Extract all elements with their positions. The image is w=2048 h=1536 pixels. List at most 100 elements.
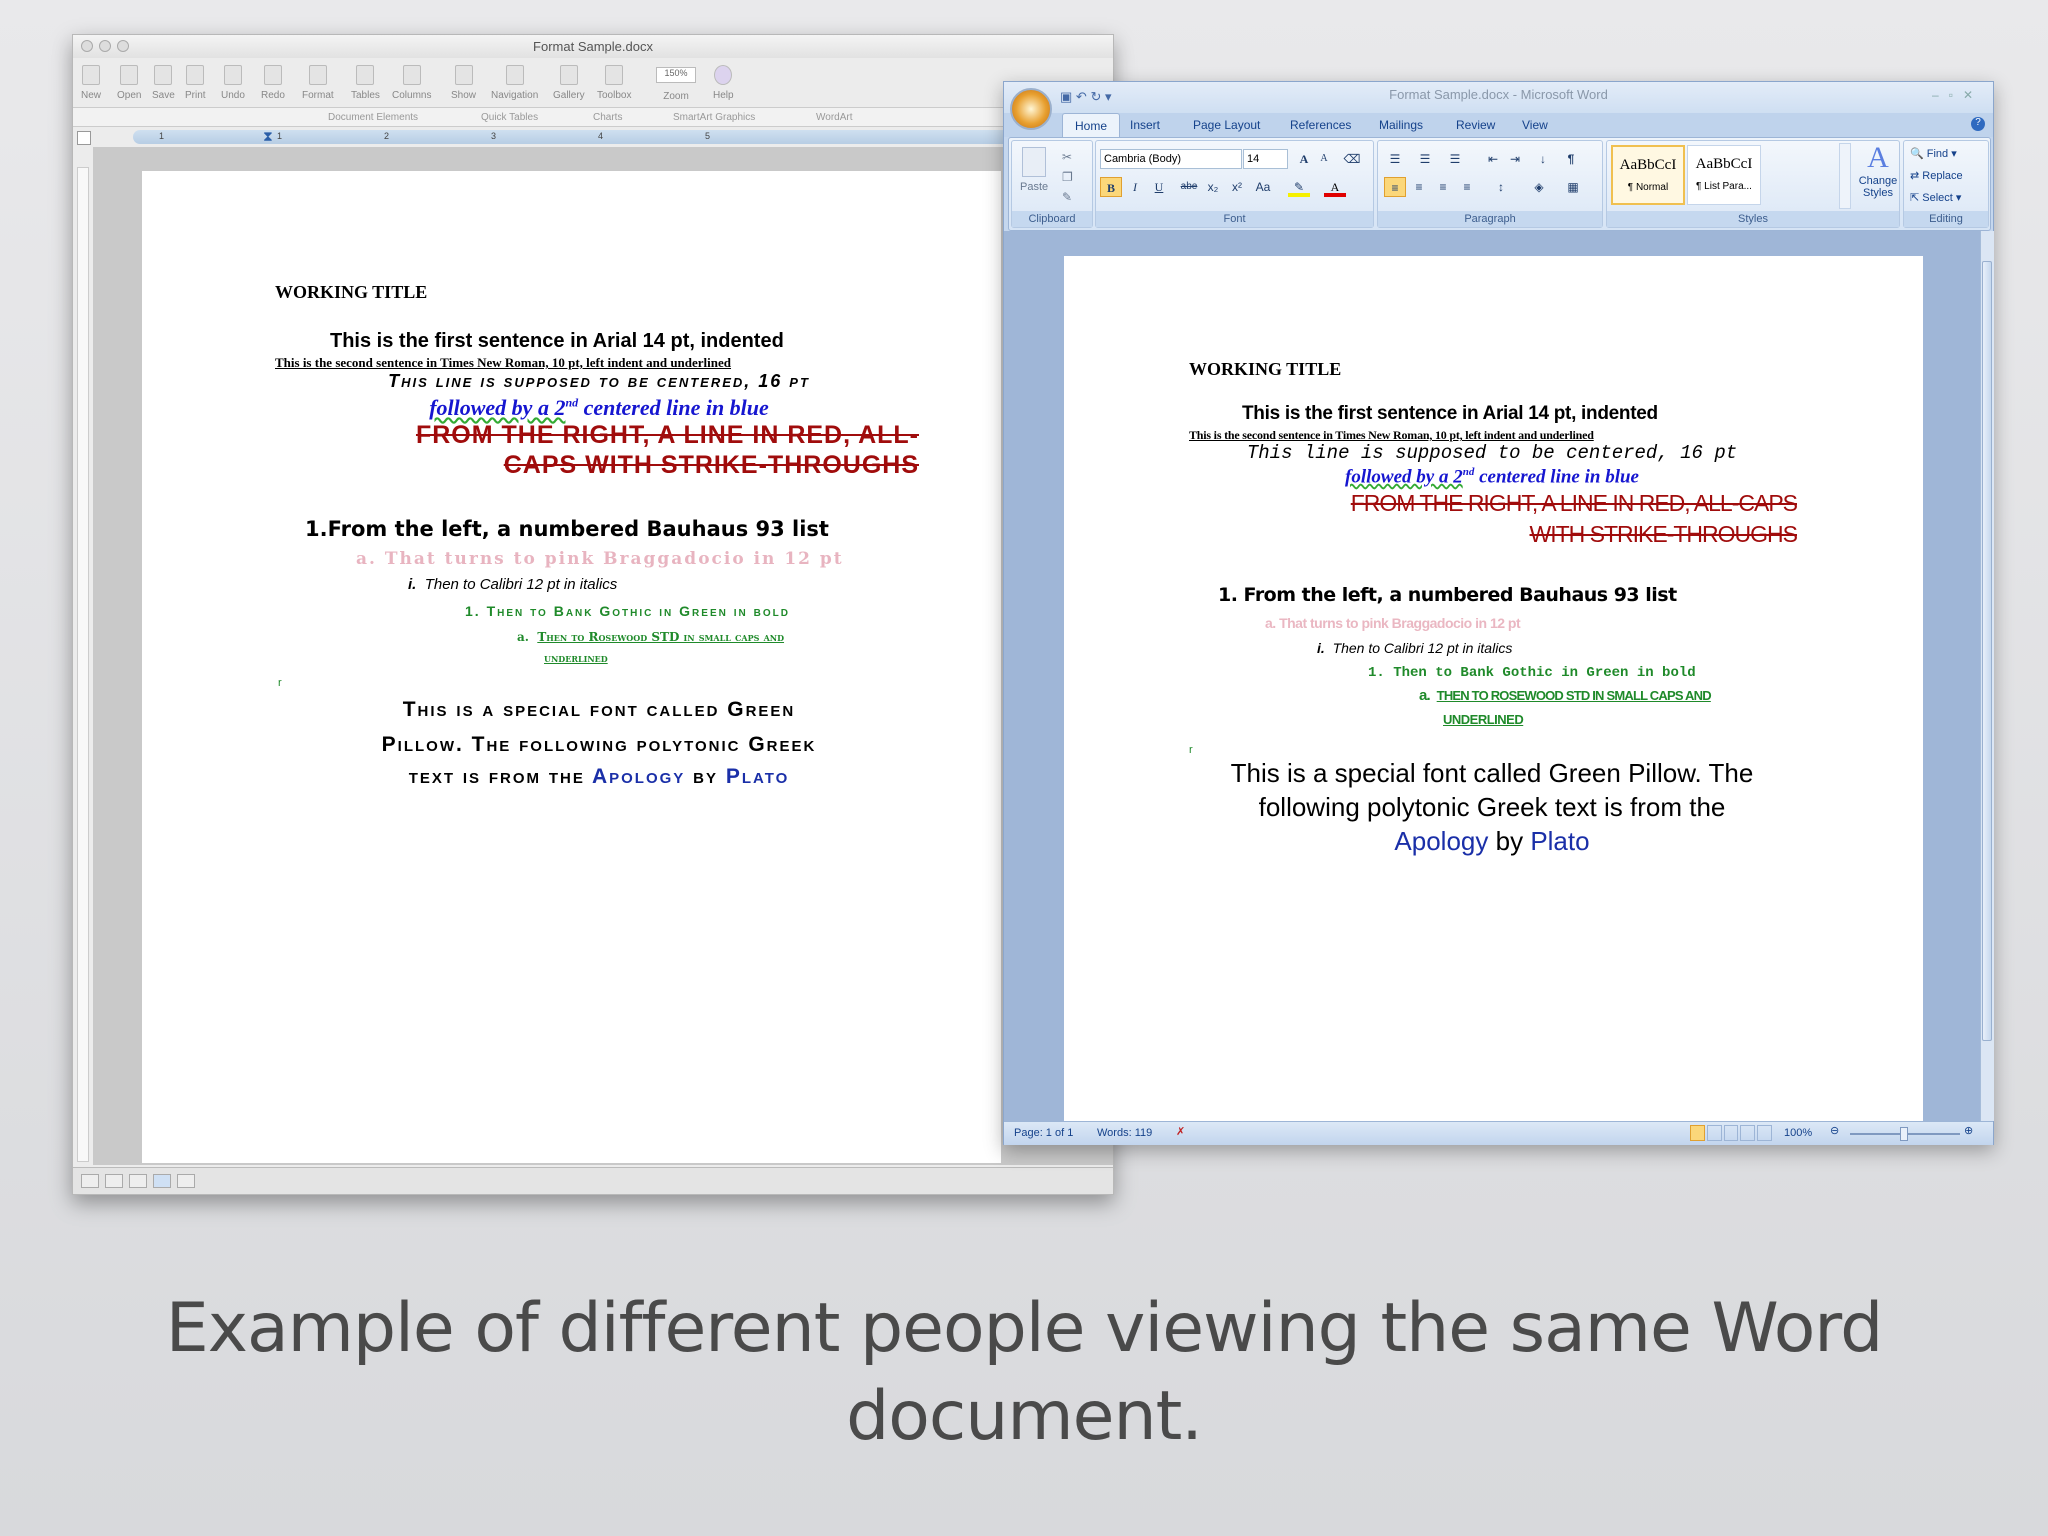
tab-document-elements[interactable]: Document Elements bbox=[328, 112, 418, 123]
help-icon[interactable]: ? bbox=[1971, 117, 1985, 131]
toolbar-save[interactable]: Save bbox=[152, 65, 175, 101]
style-list-paragraph[interactable]: AaBbCcI ¶ List Para... bbox=[1687, 145, 1761, 205]
tab-home[interactable]: Home bbox=[1062, 113, 1121, 138]
zoom-out-icon[interactable]: ⊖ bbox=[1830, 1124, 1839, 1137]
paste-button[interactable]: Paste bbox=[1020, 181, 1048, 193]
shading-icon[interactable]: ◈ bbox=[1528, 177, 1550, 197]
show-formatting-icon[interactable]: ¶ bbox=[1560, 149, 1582, 169]
toolbar-redo[interactable]: Redo bbox=[261, 65, 285, 101]
cut-icon[interactable]: ✂ bbox=[1062, 150, 1072, 164]
sort-icon[interactable]: ↓ bbox=[1532, 149, 1554, 169]
vertical-ruler[interactable] bbox=[77, 167, 89, 1162]
zoom-slider-thumb[interactable] bbox=[1900, 1127, 1908, 1141]
align-center-icon[interactable]: ≡ bbox=[1408, 177, 1430, 197]
toolbar-new[interactable]: New bbox=[81, 65, 101, 101]
tab-mailings[interactable]: Mailings bbox=[1379, 118, 1423, 132]
toolbar-gallery[interactable]: Gallery bbox=[553, 65, 585, 101]
draft-icon[interactable] bbox=[1757, 1125, 1772, 1141]
toolbar-tables[interactable]: Tables bbox=[351, 65, 380, 101]
strikethrough-button[interactable]: abe bbox=[1178, 177, 1200, 197]
align-left-icon[interactable]: ≡ bbox=[1384, 177, 1406, 197]
scroll-thumb[interactable] bbox=[1982, 261, 1992, 1041]
zoom-level[interactable]: 100% bbox=[1784, 1127, 1812, 1139]
page-count[interactable]: Page: 1 of 1 bbox=[1014, 1127, 1073, 1139]
find-button[interactable]: 🔍 Find ▾ bbox=[1910, 147, 1957, 160]
line-spacing-icon[interactable]: ↕ bbox=[1490, 177, 1512, 197]
print-layout-icon[interactable] bbox=[1690, 1125, 1705, 1141]
grow-font-button[interactable]: A bbox=[1293, 149, 1315, 169]
toolbar-show[interactable]: Show bbox=[451, 65, 476, 101]
vertical-scrollbar[interactable] bbox=[1980, 231, 1994, 1121]
toolbar-undo[interactable]: Undo bbox=[221, 65, 245, 101]
toolbar-help[interactable]: Help bbox=[713, 65, 734, 101]
view-publishing-icon[interactable] bbox=[129, 1174, 147, 1188]
zoom-slider[interactable] bbox=[1850, 1127, 1960, 1141]
proofing-icon[interactable]: ✗ bbox=[1176, 1125, 1185, 1138]
format-painter-icon[interactable]: ✎ bbox=[1062, 190, 1072, 204]
outline-icon[interactable] bbox=[1740, 1125, 1756, 1141]
numbering-icon[interactable]: ☰ bbox=[1414, 149, 1436, 169]
document-page[interactable]: WORKING TITLE This is the first sentence… bbox=[142, 171, 1001, 1163]
tab-stop-selector[interactable] bbox=[77, 131, 91, 145]
indent-marker-icon[interactable]: ⧗ bbox=[263, 128, 273, 145]
redo-icon[interactable]: ↻ bbox=[1090, 89, 1101, 104]
view-print-layout-icon[interactable] bbox=[153, 1174, 171, 1188]
customize-icon[interactable]: ▾ bbox=[1105, 89, 1112, 104]
horizontal-ruler[interactable]: 1 1 2 3 4 5 ⧗ bbox=[133, 128, 1113, 145]
borders-icon[interactable]: ▦ bbox=[1562, 177, 1584, 197]
tab-charts[interactable]: Charts bbox=[593, 112, 622, 123]
decrease-indent-icon[interactable]: ⇤ bbox=[1482, 149, 1504, 169]
font-size-dropdown[interactable]: 14 bbox=[1243, 149, 1288, 169]
increase-indent-icon[interactable]: ⇥ bbox=[1504, 149, 1526, 169]
font-color-icon[interactable]: A bbox=[1324, 177, 1346, 197]
style-normal[interactable]: AaBbCcI ¶ Normal bbox=[1611, 145, 1685, 205]
minimize-button[interactable] bbox=[99, 40, 111, 52]
toolbar-print[interactable]: Print bbox=[185, 65, 206, 101]
italic-button[interactable]: I bbox=[1124, 177, 1146, 197]
toolbar-navigation[interactable]: Navigation bbox=[491, 65, 538, 101]
view-notebook-icon[interactable] bbox=[177, 1174, 195, 1188]
view-draft-icon[interactable] bbox=[81, 1174, 99, 1188]
toolbar-zoom[interactable]: 150% Zoom bbox=[656, 65, 696, 102]
toolbar-columns[interactable]: Columns bbox=[392, 65, 431, 101]
tab-insert[interactable]: Insert bbox=[1130, 118, 1160, 132]
multilevel-list-icon[interactable]: ☰ bbox=[1444, 149, 1466, 169]
highlight-icon[interactable]: ✎ bbox=[1288, 177, 1310, 197]
shrink-font-button[interactable]: A bbox=[1313, 149, 1335, 169]
view-outline-icon[interactable] bbox=[105, 1174, 123, 1188]
change-styles-button[interactable]: A Change Styles bbox=[1857, 141, 1899, 199]
tab-smartart[interactable]: SmartArt Graphics bbox=[673, 112, 755, 123]
zoom-button[interactable] bbox=[117, 40, 129, 52]
clipboard-tools[interactable]: ✂ ❐ ✎ bbox=[1062, 147, 1073, 207]
underline-button[interactable]: U bbox=[1148, 177, 1170, 197]
quick-access-toolbar[interactable]: ▣ ↶ ↻ ▾ bbox=[1060, 89, 1160, 107]
toolbar-format[interactable]: Format bbox=[302, 65, 334, 101]
web-layout-icon[interactable] bbox=[1723, 1125, 1739, 1141]
tab-wordart[interactable]: WordArt bbox=[816, 112, 853, 123]
replace-button[interactable]: ⇄ Replace bbox=[1910, 169, 1963, 182]
bold-button[interactable]: B bbox=[1100, 177, 1122, 197]
word-count[interactable]: Words: 119 bbox=[1097, 1127, 1152, 1139]
clear-formatting-icon[interactable]: ⌫ bbox=[1341, 149, 1363, 169]
tab-page-layout[interactable]: Page Layout bbox=[1193, 118, 1260, 132]
font-name-dropdown[interactable]: Cambria (Body) bbox=[1100, 149, 1242, 169]
styles-scrollbar[interactable] bbox=[1839, 143, 1851, 209]
undo-icon[interactable]: ↶ bbox=[1076, 89, 1087, 104]
tab-quick-tables[interactable]: Quick Tables bbox=[481, 112, 538, 123]
subscript-button[interactable]: x₂ bbox=[1202, 177, 1224, 197]
tab-review[interactable]: Review bbox=[1456, 118, 1495, 132]
zoom-in-icon[interactable]: ⊕ bbox=[1964, 1124, 1973, 1137]
tab-references[interactable]: References bbox=[1290, 118, 1351, 132]
office-button[interactable] bbox=[1010, 88, 1052, 130]
bullets-icon[interactable]: ☰ bbox=[1384, 149, 1406, 169]
tab-view[interactable]: View bbox=[1522, 118, 1548, 132]
view-buttons[interactable] bbox=[1690, 1125, 1772, 1141]
align-right-icon[interactable]: ≡ bbox=[1432, 177, 1454, 197]
window-controls[interactable]: –▫✕ bbox=[1932, 82, 1983, 108]
paste-icon[interactable] bbox=[1022, 147, 1046, 177]
toolbar-toolbox[interactable]: Toolbox bbox=[597, 65, 631, 101]
select-button[interactable]: ⇱ Select ▾ bbox=[1910, 191, 1961, 204]
copy-icon[interactable]: ❐ bbox=[1062, 170, 1073, 184]
view-buttons[interactable] bbox=[81, 1174, 201, 1188]
superscript-button[interactable]: x² bbox=[1226, 177, 1248, 197]
